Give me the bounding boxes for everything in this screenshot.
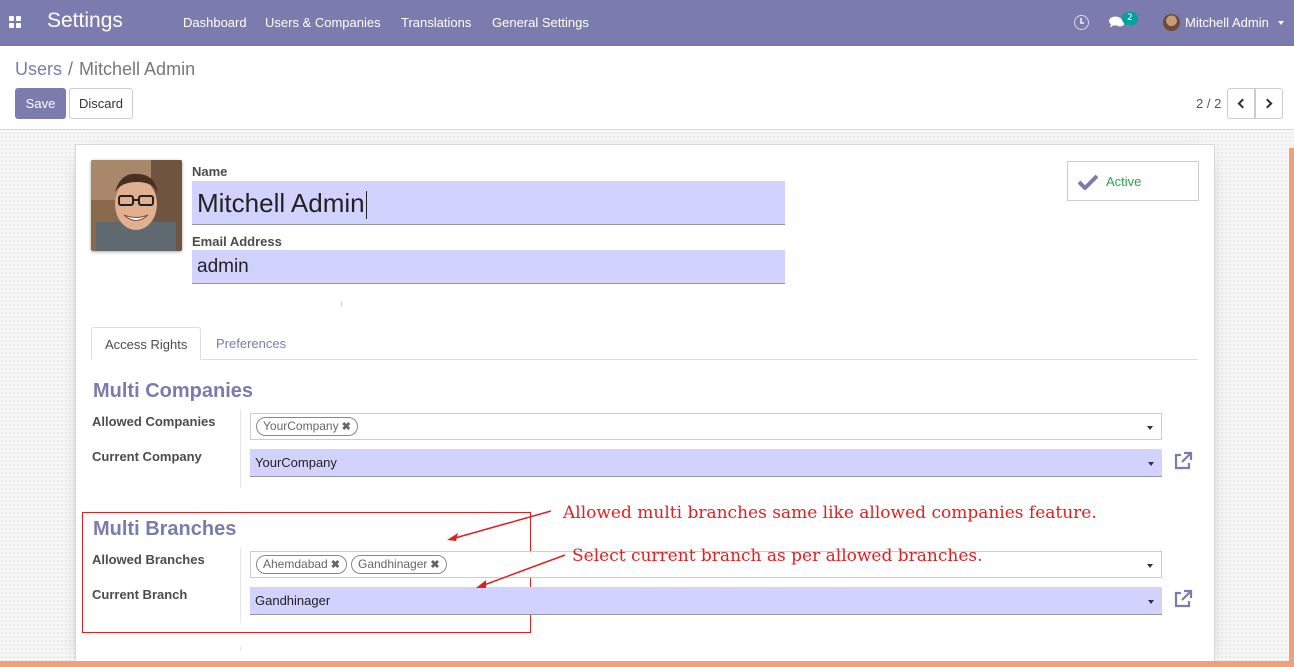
notebook-tabs: Access Rights Preferences: [91, 327, 1198, 360]
caret-down-icon[interactable]: [1148, 462, 1154, 466]
tag-ahemdabad[interactable]: Ahemdabad ✖: [256, 555, 347, 574]
current-company-label: Current Company: [92, 449, 202, 464]
current-branch-select[interactable]: Gandhinager: [250, 587, 1162, 615]
breadcrumb-users[interactable]: Users: [15, 59, 62, 79]
multi-companies-title: Multi Companies: [93, 380, 254, 402]
email-input[interactable]: admin: [192, 250, 785, 284]
caret-down-icon[interactable]: [1278, 21, 1284, 25]
caret-down-icon[interactable]: [1147, 564, 1153, 568]
menu-general-settings[interactable]: General Settings: [492, 15, 589, 30]
email-label: Email Address: [192, 234, 282, 249]
caret-down-icon[interactable]: [1147, 426, 1153, 430]
apps-grid-icon[interactable]: [9, 16, 21, 28]
active-toggle-button[interactable]: Active: [1067, 161, 1199, 201]
chevron-right-icon: [1262, 98, 1273, 109]
allowed-branches-label: Allowed Branches: [92, 552, 205, 567]
chevron-left-icon: [1237, 98, 1248, 109]
label-divider: [240, 548, 241, 623]
user-photo[interactable]: [91, 160, 182, 251]
tab-preferences[interactable]: Preferences: [203, 327, 299, 360]
tag-label: Gandhinager: [358, 557, 428, 571]
tag-gandhinager[interactable]: Gandhinager ✖: [351, 555, 447, 574]
external-link-icon[interactable]: [1173, 589, 1193, 609]
current-branch-value: Gandhinager: [255, 593, 331, 608]
name-input[interactable]: Mitchell Admin: [192, 181, 785, 225]
tag-label: YourCompany: [263, 419, 339, 433]
check-icon: [1078, 174, 1098, 190]
app-title[interactable]: Settings: [47, 9, 123, 33]
name-value: Mitchell Admin: [197, 188, 365, 218]
allowed-companies-field[interactable]: YourCompany ✖: [250, 413, 1162, 440]
current-branch-label: Current Branch: [92, 587, 188, 602]
menu-translations[interactable]: Translations: [401, 15, 471, 30]
tab-access-rights[interactable]: Access Rights: [91, 327, 202, 360]
clock-icon[interactable]: [1074, 15, 1089, 30]
chat-count-badge: 2: [1122, 12, 1138, 25]
divider: [341, 302, 342, 306]
menu-dashboard[interactable]: Dashboard: [183, 15, 247, 30]
pager-value[interactable]: 2 / 2: [1196, 96, 1221, 111]
pager-previous-button[interactable]: [1227, 88, 1255, 119]
annotation-current-branch: Select current branch as per allowed bra…: [572, 546, 983, 566]
name-label: Name: [192, 164, 228, 179]
text-cursor: [365, 191, 368, 220]
current-company-value: YourCompany: [255, 455, 337, 470]
control-panel: Users / Mitchell Admin Save Discard 2 / 2: [0, 46, 1294, 130]
label-divider: [240, 646, 241, 651]
external-link-icon[interactable]: [1173, 451, 1193, 471]
remove-tag-icon[interactable]: ✖: [430, 559, 439, 571]
label-divider: [240, 410, 241, 488]
breadcrumb-separator: /: [68, 59, 74, 79]
allowed-companies-label: Allowed Companies: [92, 414, 216, 429]
bottom-accent-bar: [0, 661, 1294, 667]
remove-tag-icon[interactable]: ✖: [331, 559, 340, 571]
remove-tag-icon[interactable]: ✖: [342, 421, 351, 433]
pager-next-button[interactable]: [1255, 88, 1283, 119]
discard-button[interactable]: Discard: [69, 88, 133, 119]
current-company-select[interactable]: YourCompany: [250, 449, 1162, 477]
tag-label: Ahemdabad: [263, 557, 328, 571]
caret-down-icon[interactable]: [1148, 600, 1154, 604]
tag-yourcompany[interactable]: YourCompany ✖: [256, 417, 358, 436]
multi-branches-title: Multi Branches: [93, 518, 237, 540]
user-menu-name[interactable]: Mitchell Admin: [1185, 15, 1269, 30]
breadcrumb: Users / Mitchell Admin: [15, 59, 195, 80]
breadcrumb-current: Mitchell Admin: [79, 59, 196, 79]
user-avatar[interactable]: [1163, 14, 1180, 31]
save-button[interactable]: Save: [15, 88, 66, 119]
menu-users-companies[interactable]: Users & Companies: [265, 15, 381, 30]
annotation-allowed-branches: Allowed multi branches same like allowed…: [563, 503, 1097, 523]
scrollbar[interactable]: [1289, 148, 1294, 667]
top-navbar: Settings Dashboard Users & Companies Tra…: [0, 0, 1294, 46]
active-label: Active: [1106, 174, 1142, 189]
